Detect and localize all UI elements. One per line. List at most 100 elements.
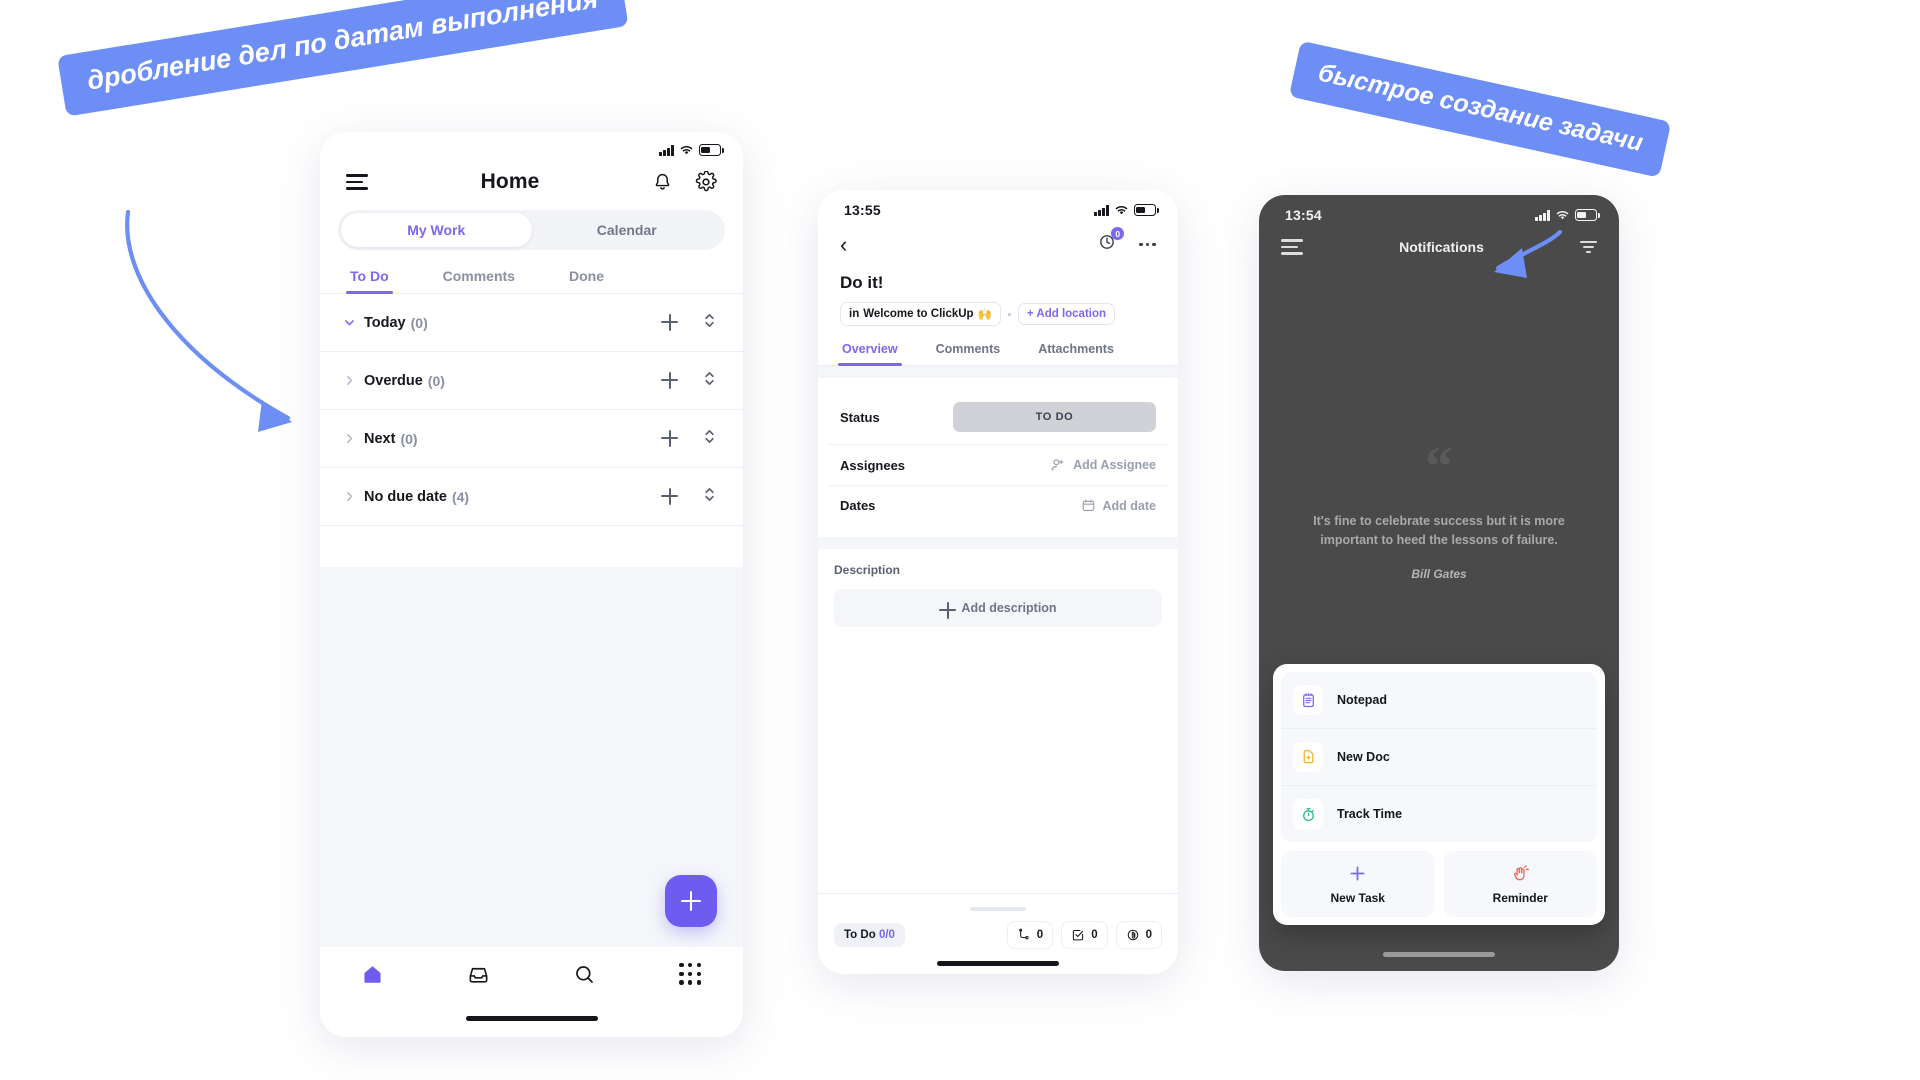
new-task-label: New Task [1330,891,1385,905]
chevron-right-icon[interactable] [338,374,360,387]
phone-mockup-notifications: 13:54 Notifications “ It's fine to celeb… [1259,195,1619,971]
group-label: Overdue [364,372,423,389]
table-row[interactable]: Today (0) [320,294,743,352]
phone-mockup-task-detail: 13:55 ‹ 0 Do it! in Welcome to ClickUp 🙌… [818,190,1178,974]
table-row[interactable]: No due date (4) [320,468,743,526]
reminder-label: Reminder [1492,891,1548,905]
list-item[interactable]: New Doc [1281,729,1597,786]
checklist-counter-button[interactable]: 0 [1061,921,1108,949]
plus-icon [1350,866,1365,881]
drag-handle[interactable] [970,907,1026,911]
todo-label: To Do [844,929,876,941]
tab-to-do[interactable]: To Do [346,260,393,294]
page-title: Home [480,170,540,193]
quick-create-list: Notepad New Doc Track Time [1281,672,1597,842]
search-icon [576,966,593,983]
attachment-count: 0 [1145,929,1152,941]
table-row[interactable]: Overdue (0) [320,352,743,410]
filter-icon[interactable] [1580,240,1597,254]
settings-button[interactable] [695,171,717,193]
sort-icon[interactable] [702,486,717,508]
chevron-right-icon[interactable] [338,432,360,445]
nav-apps-button[interactable] [667,963,713,985]
list-item[interactable]: Track Time [1281,786,1597,842]
list-item[interactable]: Notepad [1281,672,1597,729]
description-title: Description [834,563,901,577]
status-badge[interactable]: TO DO [953,402,1156,432]
description-card: Description Add description [818,549,1178,645]
bell-icon [655,173,670,190]
add-task-icon[interactable] [661,314,678,331]
home-indicator [937,961,1059,966]
todo-count: 0/0 [878,929,895,941]
property-dates[interactable]: Dates Add date [828,486,1168,525]
reminder-button[interactable]: Reminder [1443,851,1597,917]
attachment-counter-button[interactable]: 0 [1115,921,1162,949]
back-button[interactable]: ‹ [840,233,847,256]
chevron-right-icon[interactable] [338,490,360,503]
quick-create-actions: New Task Reminder [1281,851,1597,917]
home-indicator [465,1016,598,1021]
hamburger-icon [1281,239,1303,255]
add-person-icon [1051,459,1064,471]
add-task-icon[interactable] [661,372,678,389]
add-assignee-button[interactable]: Add Assignee [1050,457,1156,473]
status-icons [659,144,724,156]
notifications-button[interactable] [652,172,673,193]
annotation-label-2: быстрое создание задачи [1288,40,1672,178]
wifi-icon [680,146,693,155]
menu-button[interactable] [346,174,368,190]
group-count: (0) [410,314,428,331]
chevron-down-icon[interactable] [338,316,360,329]
add-task-icon[interactable] [661,488,678,505]
empty-state-quote: “ It's fine to celebrate success but it … [1259,439,1619,580]
wifi-icon [1556,211,1569,220]
nav-inbox-button[interactable] [456,963,502,986]
table-row[interactable]: Next (0) [320,410,743,468]
tab-comments[interactable]: Comments [934,337,1003,365]
breadcrumb-location: Welcome to ClickUp [863,308,974,320]
add-location-button[interactable]: + Add location [1017,303,1116,325]
subtask-counter-button[interactable]: 0 [1006,921,1054,949]
task-header: ‹ 0 [818,222,1178,261]
home-header: Home [320,160,743,208]
new-task-button[interactable]: New Task [1281,851,1435,917]
group-label: Next [364,430,396,447]
create-task-fab[interactable] [665,875,717,927]
status-bar [320,132,743,160]
nav-search-button[interactable] [561,963,607,986]
tab-overview[interactable]: Overview [838,337,902,366]
add-task-icon[interactable] [661,430,678,447]
tab-attachments[interactable]: Attachments [1036,337,1116,365]
property-status[interactable]: Status TO DO [828,390,1168,445]
add-description-button[interactable]: Add description [834,589,1162,627]
add-date-button[interactable]: Add date [1081,498,1156,513]
status-time: 13:55 [844,202,881,218]
breadcrumb-location-chip[interactable]: in Welcome to ClickUp 🙌 [840,302,1001,326]
annotation-label-1: дробление дел по датам выполнения [57,0,629,117]
menu-button[interactable] [1281,239,1303,255]
quote-text: It's fine to celebrate success but it is… [1313,513,1565,548]
screenshot-canvas: Home My Work Calendar To Do Comments Don… [0,0,1920,1080]
property-label: Dates [840,498,876,513]
segment-my-work[interactable]: My Work [341,213,532,247]
breadcrumb-separator [1007,312,1011,316]
task-footer: To Do 0/0 0 0 0 [818,893,1178,974]
property-assignees[interactable]: Assignees Add Assignee [828,445,1168,486]
todo-progress-pill[interactable]: To Do 0/0 [834,923,905,947]
sort-icon[interactable] [702,312,717,334]
sort-icon[interactable] [702,370,717,392]
sort-icon[interactable] [702,428,717,450]
checklist-count: 0 [1091,929,1098,941]
segment-calendar[interactable]: Calendar [532,213,723,247]
status-time: 13:54 [1285,207,1322,223]
tab-done[interactable]: Done [565,260,608,293]
breadcrumb: in Welcome to ClickUp 🙌 + Add location [818,293,1178,326]
nav-home-button[interactable] [350,963,396,986]
attachment-icon [1127,929,1138,941]
add-description-label: Add description [961,601,1057,615]
watchers-button[interactable]: 0 [1097,227,1125,257]
signal-icon [1094,204,1109,216]
more-options-icon[interactable] [1139,242,1156,247]
tab-comments[interactable]: Comments [439,260,519,293]
